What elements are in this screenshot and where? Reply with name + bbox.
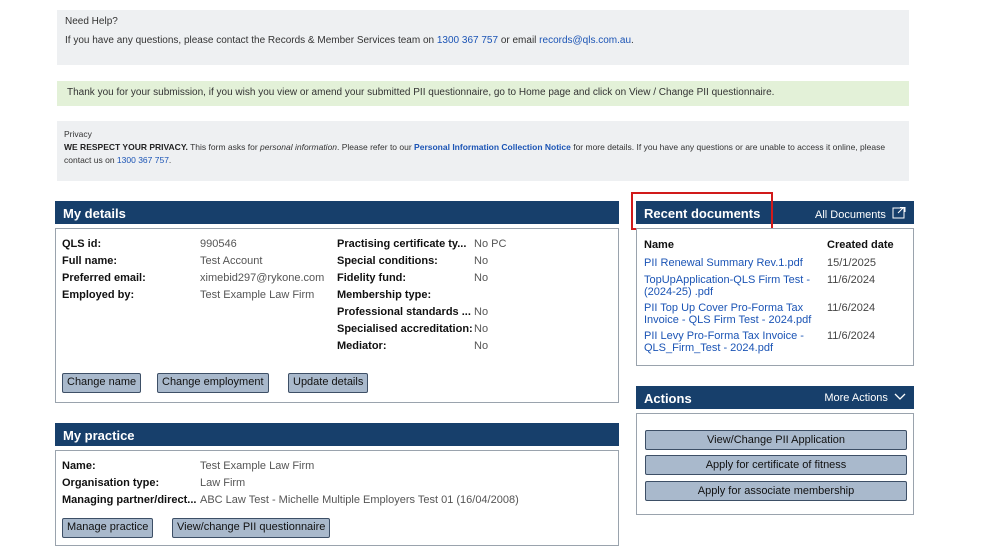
privacy-text-2: . Please refer to our xyxy=(337,142,415,152)
privacy-italic: personal information xyxy=(260,142,338,152)
detail-value: Test Example Law Firm xyxy=(200,289,315,301)
privacy-text-1: This form asks for xyxy=(187,142,261,152)
privacy-title: Privacy xyxy=(64,129,92,139)
detail-value: ximebid297@rykone.com xyxy=(200,272,325,284)
privacy-phone-link[interactable]: 1300 367 757 xyxy=(117,155,169,165)
document-link[interactable]: TopUpApplication-QLS Firm Test - (2024-2… xyxy=(644,274,816,298)
documents-date-header: Created date xyxy=(827,239,894,251)
practice-label: Name: xyxy=(62,460,96,472)
document-date: 15/1/2025 xyxy=(827,257,876,269)
all-documents-link[interactable]: All Documents xyxy=(815,206,906,221)
view-change-pii-questionnaire-button[interactable]: View/change PII questionnaire xyxy=(172,518,331,538)
help-email-link[interactable]: records@qls.com.au xyxy=(539,35,631,46)
detail-label: Mediator: xyxy=(337,340,387,352)
practice-value: Law Firm xyxy=(200,477,246,489)
detail-label: Employed by: xyxy=(62,289,135,301)
my-practice-list: Name: Test Example Law Firm Organisation … xyxy=(62,458,519,509)
document-date: 11/6/2024 xyxy=(827,274,876,286)
document-date: 11/6/2024 xyxy=(827,302,876,314)
privacy-text: WE RESPECT YOUR PRIVACY. This form asks … xyxy=(64,141,902,167)
detail-label: Special conditions: xyxy=(337,255,438,267)
help-text-after: . xyxy=(631,35,634,46)
help-text-before: If you have any questions, please contac… xyxy=(65,35,437,46)
detail-value: Test Account xyxy=(200,255,263,267)
submission-success-text: Thank you for your submission, if you wi… xyxy=(67,87,775,98)
privacy-collection-notice-link[interactable]: Personal Information Collection Notice xyxy=(414,142,571,152)
help-text-mid: or email xyxy=(498,35,540,46)
detail-row-employer: Employed by: Test Example Law Firm xyxy=(62,287,324,304)
privacy-notice: Privacy WE RESPECT YOUR PRIVACY. This fo… xyxy=(57,121,909,181)
detail-row-professional-standards: Professional standards ... No xyxy=(337,304,506,321)
detail-row-qls-id: QLS id: 990546 xyxy=(62,236,324,253)
actions-header: Actions More Actions xyxy=(636,386,914,409)
all-documents-label: All Documents xyxy=(815,209,886,221)
document-link[interactable]: PII Renewal Summary Rev.1.pdf xyxy=(644,257,816,269)
document-link[interactable]: PII Levy Pro-Forma Tax Invoice - QLS_Fir… xyxy=(644,330,816,354)
help-notice: Need Help? If you have any questions, pl… xyxy=(57,10,909,65)
practice-value: ABC Law Test - Michelle Multiple Employe… xyxy=(200,494,519,506)
detail-value: No xyxy=(474,272,489,284)
more-actions-dropdown[interactable]: More Actions xyxy=(824,392,906,404)
document-date: 11/6/2024 xyxy=(827,330,876,342)
detail-row-special-conditions: Special conditions: No xyxy=(337,253,506,270)
detail-value: No xyxy=(474,340,489,352)
document-link[interactable]: PII Top Up Cover Pro-Forma Tax Invoice -… xyxy=(644,302,816,326)
privacy-bold: WE RESPECT YOUR PRIVACY. xyxy=(64,142,188,152)
practice-row-name: Name: Test Example Law Firm xyxy=(62,458,519,475)
detail-label: Fidelity fund: xyxy=(337,272,407,284)
apply-certificate-of-fitness-button[interactable]: Apply for certificate of fitness xyxy=(645,455,907,475)
manage-practice-button[interactable]: Manage practice xyxy=(62,518,154,538)
practice-value: Test Example Law Firm xyxy=(200,460,315,472)
detail-value: No PC xyxy=(474,238,507,250)
detail-label: Membership type: xyxy=(337,289,432,301)
detail-value: 990546 xyxy=(200,238,237,250)
detail-label: Professional standards ... xyxy=(337,306,471,318)
detail-row-fidelity-fund: Fidelity fund: No xyxy=(337,270,506,287)
detail-value: No xyxy=(474,323,489,335)
help-title: Need Help? xyxy=(65,16,118,27)
apply-associate-membership-button[interactable]: Apply for associate membership xyxy=(645,481,907,501)
practice-label: Managing partner/direct... xyxy=(62,494,197,506)
detail-label: QLS id: xyxy=(62,238,102,250)
view-change-pii-application-button[interactable]: View/Change PII Application xyxy=(645,430,907,450)
detail-value: No xyxy=(474,255,489,267)
recent-documents-highlight xyxy=(631,192,773,230)
change-employment-button[interactable]: Change employment xyxy=(157,373,269,393)
detail-row-full-name: Full name: Test Account xyxy=(62,253,324,270)
recent-documents-panel: Name Created date PII Renewal Summary Re… xyxy=(636,228,914,366)
detail-value: No xyxy=(474,306,489,318)
my-details-left-list: QLS id: 990546 Full name: Test Account Pre… xyxy=(62,236,324,304)
detail-row-practising-certificate: Practising certificate ty... No PC xyxy=(337,236,506,253)
my-details-panel: QLS id: 990546 Full name: Test Account Pre… xyxy=(55,228,619,403)
detail-label: Full name: xyxy=(62,255,118,267)
detail-label: Preferred email: xyxy=(62,272,146,284)
detail-row-mediator: Mediator: No xyxy=(337,338,506,355)
practice-label: Organisation type: xyxy=(62,477,160,489)
actions-title: Actions xyxy=(644,391,692,406)
detail-row-membership-type: Membership type: xyxy=(337,287,506,304)
external-link-icon xyxy=(892,206,906,219)
privacy-text-4: . xyxy=(168,155,172,165)
my-details-header: My details xyxy=(55,201,619,224)
update-details-button[interactable]: Update details xyxy=(288,373,369,393)
detail-row-email: Preferred email: ximebid297@rykone.com xyxy=(62,270,324,287)
documents-name-header: Name xyxy=(644,239,674,251)
practice-row-org-type: Organisation type: Law Firm xyxy=(62,475,519,492)
help-phone-link[interactable]: 1300 367 757 xyxy=(437,35,498,46)
my-practice-title: My practice xyxy=(63,428,135,443)
detail-label: Practising certificate ty... xyxy=(337,238,467,250)
more-actions-label: More Actions xyxy=(824,392,888,404)
chevron-down-icon xyxy=(894,393,906,400)
help-text: If you have any questions, please contac… xyxy=(65,35,901,46)
my-details-right-list: Practising certificate ty... No PC Specia… xyxy=(337,236,506,355)
actions-panel: View/Change PII Application Apply for ce… xyxy=(636,413,914,515)
practice-row-managing-partner: Managing partner/direct... ABC Law Test -… xyxy=(62,492,519,509)
submission-success-banner: Thank you for your submission, if you wi… xyxy=(57,81,909,106)
change-name-button[interactable]: Change name xyxy=(62,373,142,393)
detail-label: Specialised accreditation: xyxy=(337,323,473,335)
detail-row-specialised-accreditation: Specialised accreditation:No xyxy=(337,321,506,338)
my-details-title: My details xyxy=(63,206,126,221)
my-practice-panel: Name: Test Example Law Firm Organisation … xyxy=(55,450,619,546)
my-practice-header: My practice xyxy=(55,423,619,446)
